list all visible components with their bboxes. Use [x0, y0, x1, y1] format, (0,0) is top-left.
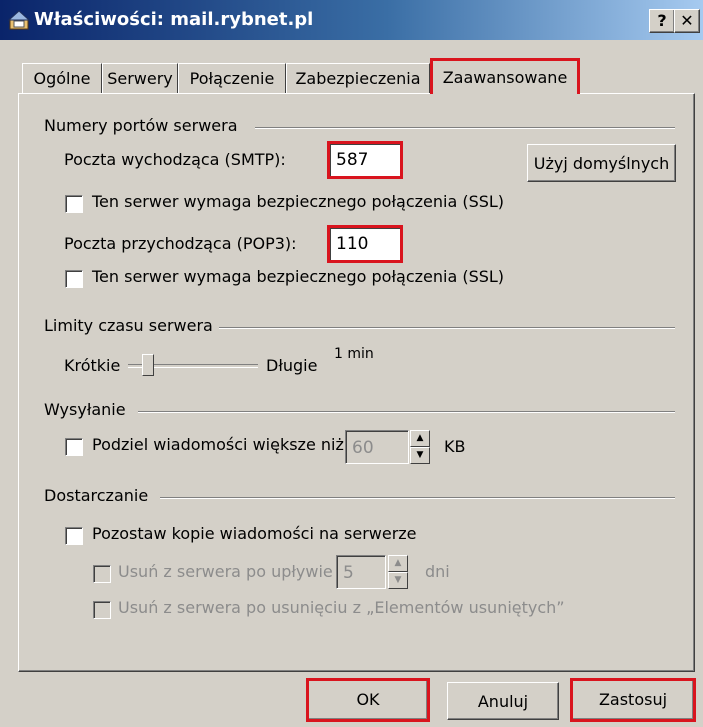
cancel-button[interactable]: Anuluj	[447, 682, 559, 720]
title-bar[interactable]: Właściwości: mail.rybnet.pl ? ✕	[0, 0, 703, 40]
tab-connection[interactable]: Połączenie	[178, 63, 286, 94]
remove-deleted-label: Usuń z serwera po usunięciu z „Elementów…	[118, 598, 565, 617]
spin-up-icon[interactable]: ▲	[388, 555, 408, 572]
pop3-port-input[interactable]: 110	[327, 225, 403, 263]
help-button[interactable]: ?	[649, 9, 675, 33]
tab-advanced[interactable]: Zaawansowane	[430, 58, 580, 94]
smtp-ssl-label: Ten serwer wymaga bezpiecznego połączeni…	[92, 192, 505, 211]
remove-after-checkbox[interactable]	[93, 565, 111, 583]
timeout-short-label: Krótkie	[64, 356, 121, 375]
remove-after-days-unit: dni	[425, 562, 450, 581]
remove-after-days-input[interactable]: 5	[336, 555, 386, 589]
smtp-ssl-checkbox[interactable]	[65, 195, 83, 213]
timeouts-group-rule	[213, 327, 675, 329]
timeout-slider[interactable]	[128, 354, 258, 376]
ports-group-title: Numery portów serwera	[44, 116, 244, 135]
split-messages-checkbox[interactable]	[65, 438, 83, 456]
close-button[interactable]: ✕	[674, 9, 700, 33]
smtp-port-input[interactable]: 587	[327, 141, 403, 179]
remove-after-label: Usuń z serwera po upływie	[118, 562, 333, 581]
window-title: Właściwości: mail.rybnet.pl	[34, 9, 314, 30]
spin-down-icon[interactable]: ▼	[388, 572, 408, 589]
split-size-input[interactable]: 60	[345, 430, 409, 464]
pop3-ssl-checkbox[interactable]	[65, 270, 83, 288]
ports-group-rule	[255, 127, 675, 129]
tab-general[interactable]: Ogólne	[22, 63, 102, 94]
tab-security[interactable]: Zabezpieczenia	[286, 63, 430, 94]
spin-up-icon[interactable]: ▲	[410, 430, 430, 447]
keep-copy-checkbox[interactable]	[65, 527, 83, 545]
spin-down-icon[interactable]: ▼	[410, 447, 430, 464]
keep-copy-label: Pozostaw kopie wiadomości na serwerze	[92, 524, 417, 543]
timeouts-group-title: Limity czasu serwera	[44, 316, 219, 335]
split-size-spinner[interactable]: ▲ ▼	[410, 430, 430, 464]
pop3-ssl-label: Ten serwer wymaga bezpiecznego połączeni…	[92, 267, 505, 286]
timeout-value: 1 min	[334, 346, 374, 362]
ok-button[interactable]: OK	[306, 678, 430, 722]
mail-account-icon	[8, 10, 30, 30]
timeout-long-label: Długie	[266, 356, 318, 375]
sending-group-rule	[138, 411, 675, 413]
timeout-slider-thumb[interactable]	[142, 354, 154, 376]
smtp-label: Poczta wychodząca (SMTP):	[64, 150, 286, 169]
use-defaults-button[interactable]: Użyj domyślnych	[527, 144, 676, 182]
tab-servers[interactable]: Serwery	[102, 63, 178, 94]
pop3-label: Poczta przychodząca (POP3):	[64, 234, 297, 253]
apply-button[interactable]: Zastosuj	[570, 678, 696, 722]
split-messages-label: Podziel wiadomości większe niż	[92, 435, 344, 454]
remove-after-spinner[interactable]: ▲ ▼	[388, 555, 408, 589]
split-size-unit: KB	[444, 437, 466, 456]
sending-group-title: Wysyłanie	[44, 400, 132, 419]
delivery-group-title: Dostarczanie	[44, 486, 155, 505]
remove-deleted-checkbox[interactable]	[93, 601, 111, 619]
delivery-group-rule	[160, 497, 675, 499]
